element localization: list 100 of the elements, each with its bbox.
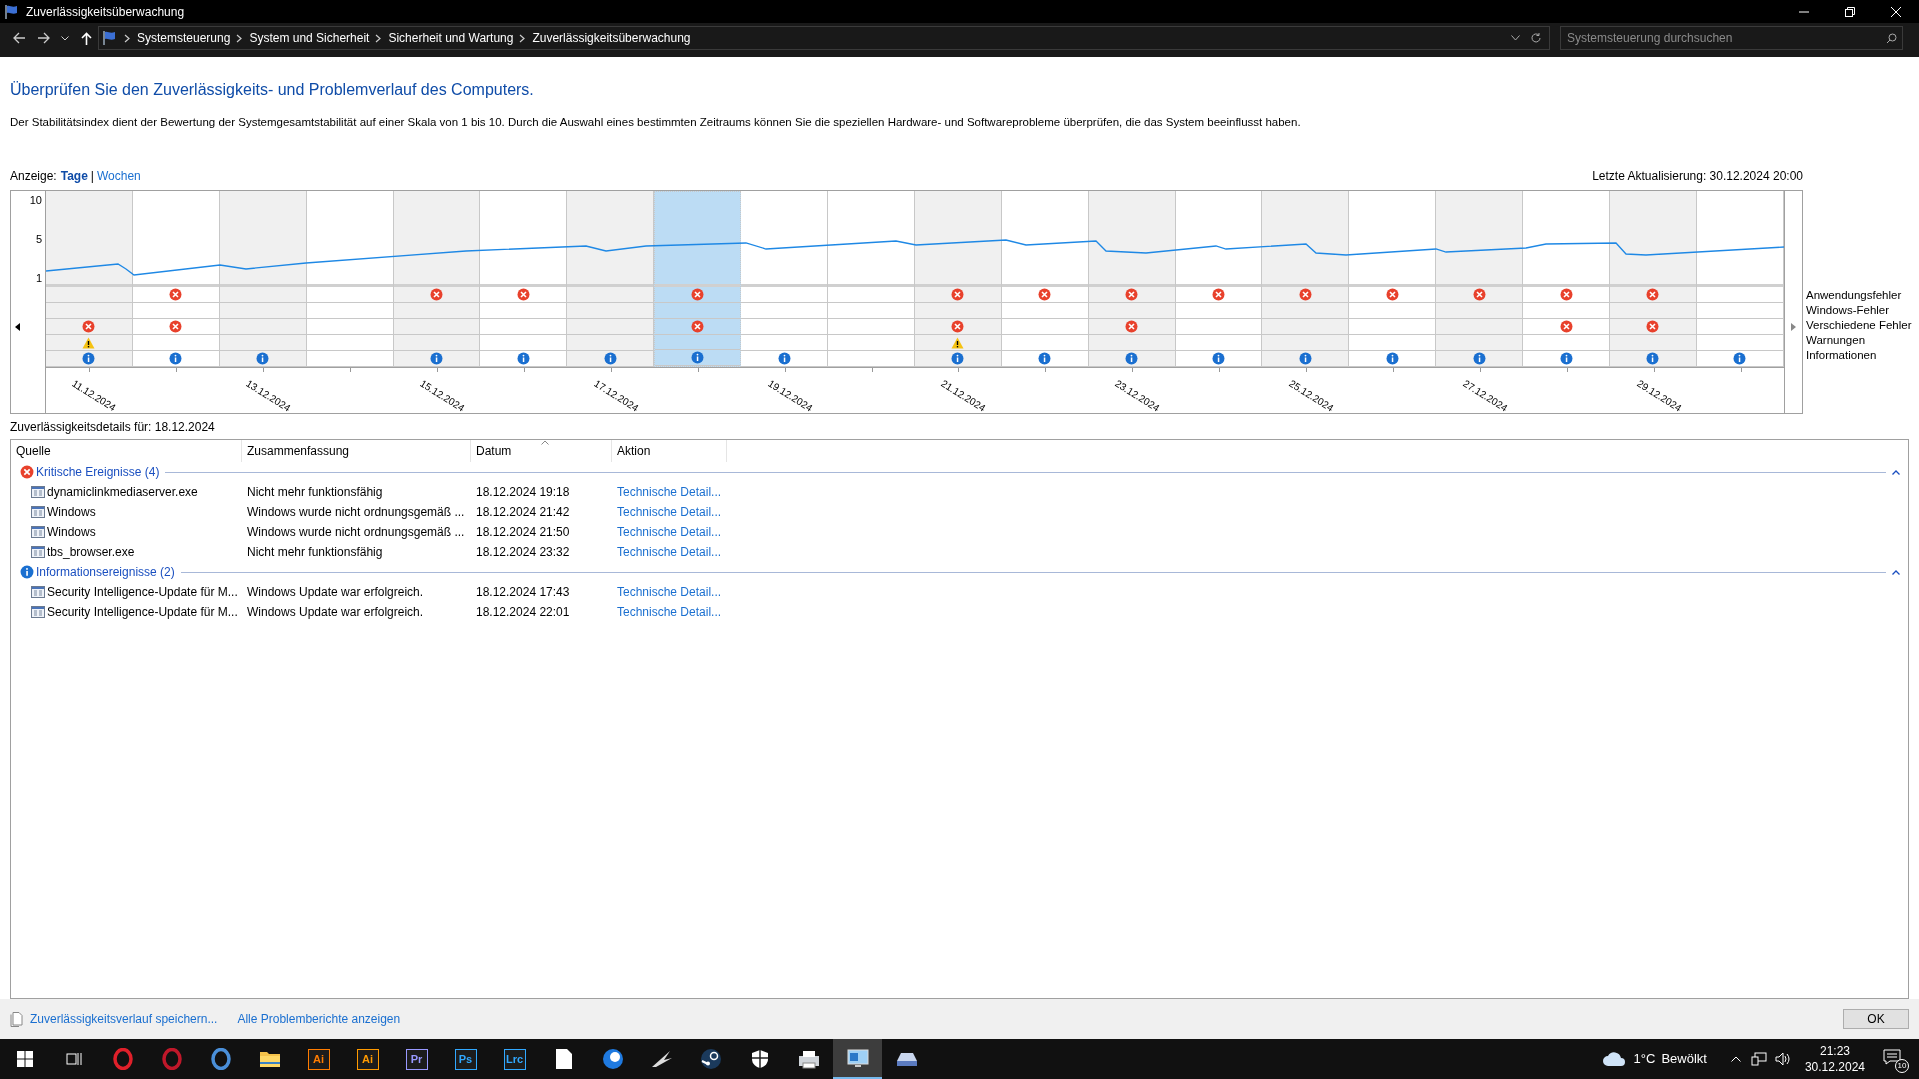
speaker-icon[interactable] [1774,1052,1791,1066]
search-field[interactable]: Systemsteuerung durchsuchen [1560,26,1903,50]
taskbar-button[interactable]: Lrc [490,1039,539,1079]
source-cell-text: Security Intelligence-Update für M... [47,604,238,622]
day-column[interactable] [1088,191,1176,368]
info-icon [1298,352,1312,366]
day-column[interactable] [1001,191,1089,368]
date-cell-text: 18.12.2024 17:43 [475,584,571,602]
technical-details-link[interactable]: Technische Detail... [617,543,722,562]
scroll-right-icon[interactable] [1791,323,1796,332]
page-heading: Überprüfen Sie den Zuverlässigkeits- und Problemverlauf des Computers. [10,80,535,100]
group-title[interactable]: Informationsereignisse (2) [36,563,175,582]
error-icon [1298,288,1312,302]
taskbar-button[interactable]: Ps [441,1039,490,1079]
column-header[interactable]: Zusammenfassung [242,440,471,463]
info-icon [603,352,617,366]
info-icon [169,352,183,366]
date-cell-text: 18.12.2024 19:18 [475,484,571,502]
collapse-icon[interactable] [1892,469,1900,475]
notification-icon[interactable] [1883,1049,1901,1065]
summary-cell-text: Windows Update war erfolgreich. [246,584,425,602]
dropdown-icon[interactable] [1511,35,1520,41]
app-icon: Ai [307,1048,330,1070]
address-field[interactable]: Systemsteuerung System und Sicherheit Sicherheit und Wartung Zuverlässigkeitsüberwachung [98,26,1550,50]
network-icon[interactable] [1750,1052,1767,1066]
clock-date[interactable]: 30.12.2024 [1804,1059,1865,1075]
technical-details-link[interactable]: Technische Detail... [617,523,722,542]
event-row[interactable]: Windows Windows wurde nicht ordnungsgemäß ... 18.12.2024 21:42 Technische Detail... [11,502,1908,523]
taskbar-button[interactable]: Pr [392,1039,441,1079]
footer-link[interactable]: Zuverlässigkeitsverlauf speichern... [30,1010,218,1028]
day-column[interactable] [914,191,1002,368]
day-column[interactable] [1349,191,1437,368]
error-icon [1038,288,1052,302]
error-icon [430,288,443,302]
info-icon [777,352,791,366]
last-update-text: Letzte Aktualisierung: 30.12.2024 20:00 [1592,168,1803,186]
breadcrumb[interactable]: Sicherheit und Wartung [388,29,514,47]
window-icon [31,526,45,539]
app-icon: Ai [356,1048,379,1070]
folder-icon [258,1050,281,1068]
summary-cell-text: Nicht mehr funktionsfähig [246,484,384,502]
day-column[interactable] [1523,191,1611,368]
view-option[interactable]: Wochen [96,167,141,186]
event-row[interactable]: dynamiclinkmediaserver.exe Nicht mehr funktionsfähig 18.12.2024 19:18 Technische Detail... [11,482,1908,503]
event-row[interactable]: Security Intelligence-Update für M... Windows Update war erfolgreich. 18.12.2024 17:43 Technische Detail... [11,582,1908,603]
technical-details-link[interactable]: Technische Detail... [617,503,722,522]
error-icon [1559,288,1573,302]
y-axis-label: 5 [35,233,42,247]
clock-time[interactable]: 21:23 [1819,1043,1850,1059]
chevron-icon [375,33,383,43]
error-icon [20,465,34,480]
column-header[interactable]: Aktion [612,440,727,463]
day-column[interactable] [480,191,568,368]
event-row[interactable]: Windows Windows wurde nicht ordnungsgemäß ... 18.12.2024 21:50 Technische Detail... [11,522,1908,543]
task-view-icon [65,1051,82,1067]
source-cell-text: Security Intelligence-Update für M... [47,584,238,602]
source-cell-text: Windows [47,504,96,522]
ok-button[interactable]: OK [1843,1009,1909,1029]
monitor-icon [846,1048,869,1068]
info-icon [1559,352,1573,366]
caret-up-icon[interactable] [1730,1056,1741,1062]
warning-icon [951,336,965,349]
collapse-icon[interactable] [1892,569,1900,575]
printer-icon [796,1049,821,1069]
day-column[interactable] [1175,191,1263,368]
day-column[interactable] [132,191,220,368]
error-icon [1646,288,1660,302]
taskbar-button[interactable]: Ai [294,1039,343,1079]
source-cell-text: Windows [47,524,96,542]
technical-details-link[interactable]: Technische Detail... [617,583,722,602]
refresh-icon[interactable] [1530,32,1542,44]
day-column[interactable] [1610,191,1697,368]
view-option[interactable]: Tage [60,167,88,186]
breadcrumb[interactable]: System und Sicherheit [249,29,370,47]
error-icon [951,320,965,334]
breadcrumb[interactable]: Systemsteuerung [137,29,231,47]
scroll-left-icon[interactable] [15,323,20,332]
window-icon [31,506,45,519]
footer-link[interactable]: Alle Problemberichte anzeigen [237,1010,401,1028]
column-header[interactable]: Quelle [11,440,242,463]
warning-icon [82,336,96,349]
info-icon [951,352,965,366]
app-icon: Ps [454,1048,477,1070]
info-icon [516,352,530,366]
taskbar-button[interactable] [833,1039,882,1079]
technical-details-link[interactable]: Technische Detail... [617,603,722,622]
event-row[interactable]: Security Intelligence-Update für M... Windows Update war erfolgreich. 18.12.2024 22:01 Technische Detail... [11,602,1908,623]
breadcrumb[interactable]: Zuverlässigkeitsüberwachung [532,29,691,47]
document-icon [10,1011,24,1027]
technical-details-link[interactable]: Technische Detail... [617,483,722,502]
column-header[interactable]: Datum [471,440,612,463]
app-icon: Pr [405,1048,428,1070]
event-row[interactable]: tbs_browser.exe Nicht mehr funktionsfähig 18.12.2024 23:32 Technische Detail... [11,542,1908,563]
group-title[interactable]: Kritische Ereignisse (4) [36,463,160,482]
notification-count: 10 [1895,1059,1909,1073]
info-icon [82,352,96,366]
error-icon [169,288,183,302]
window-icon [31,606,45,619]
info-icon [1733,352,1747,366]
taskbar-button[interactable]: Ai [343,1039,392,1079]
